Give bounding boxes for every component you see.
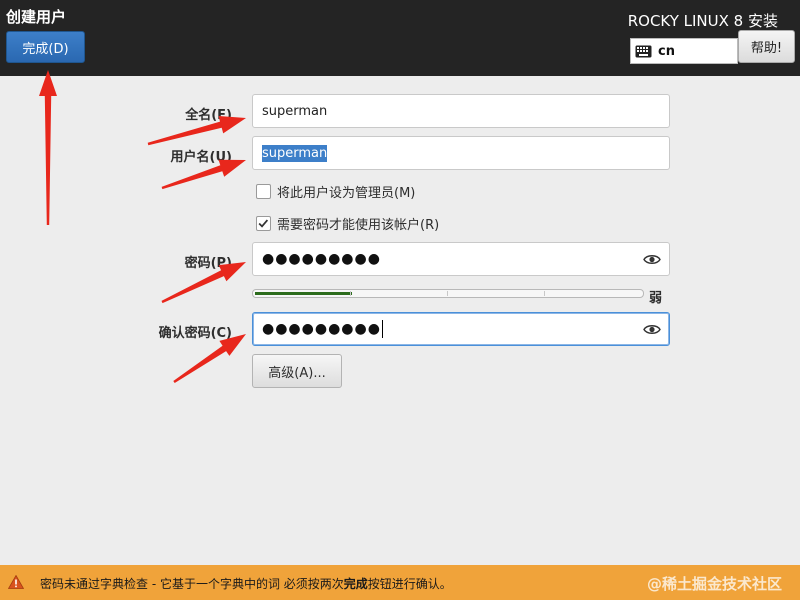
username-label: 用户名(U) [170, 150, 232, 165]
text-cursor [381, 320, 383, 338]
strength-segment [350, 291, 351, 296]
eye-icon[interactable] [643, 323, 661, 336]
annotation-arrow [173, 334, 246, 383]
admin-checkbox[interactable] [256, 184, 271, 199]
warning-bar: 密码未通过字典检查 - 它基于一个字典中的词 必须按两次完成按钮进行确认。 @稀… [0, 565, 800, 600]
username-input[interactable]: superman [252, 136, 670, 170]
warning-message-tail: 按钮进行确认。 [367, 577, 452, 591]
admin-checkbox-row[interactable]: 将此用户设为管理员(M) [256, 182, 415, 201]
watermark: @稀土掘金技术社区 [646, 575, 782, 593]
warning-message-text: 密码未通过字典检查 - 它基于一个字典中的词 必须按两次 [40, 577, 344, 591]
check-icon [258, 219, 269, 228]
keyboard-layout-label: cn [658, 43, 675, 59]
require-password-row[interactable]: 需要密码才能使用该帐户(R) [256, 214, 439, 233]
password-mask: ●●●●●●●●● [262, 251, 381, 267]
help-button[interactable]: 帮助! [738, 30, 795, 63]
keyboard-icon [635, 45, 652, 57]
require-password-label: 需要密码才能使用该帐户(R) [277, 218, 440, 233]
warning-message-bold[interactable]: 完成 [344, 577, 368, 591]
password-input[interactable]: ●●●●●●●●● [252, 242, 670, 276]
confirm-password-label: 确认密码(C) [158, 326, 232, 341]
warning-message: 密码未通过字典检查 - 它基于一个字典中的词 必须按两次完成按钮进行确认。 [40, 575, 452, 592]
confirm-password-mask: ●●●●●●●●● [262, 321, 381, 337]
strength-segment [544, 291, 545, 296]
eye-icon[interactable] [643, 253, 661, 266]
admin-checkbox-label: 将此用户设为管理员(M) [277, 186, 416, 201]
header-bar: 创建用户 完成(D) ROCKY LINUX 8 安装 cn 帮助! [0, 0, 800, 76]
advanced-button[interactable]: 高级(A)... [252, 354, 342, 388]
require-password-checkbox[interactable] [256, 216, 271, 231]
page-title: 创建用户 [6, 8, 67, 26]
strength-segment [447, 291, 448, 296]
username-value: superman [262, 144, 328, 162]
annotation-arrows [39, 70, 246, 383]
password-label: 密码(P) [184, 256, 232, 271]
install-title: ROCKY LINUX 8 安装 [627, 12, 778, 30]
fullname-input[interactable]: superman [252, 94, 670, 128]
done-button[interactable]: 完成(D) [6, 31, 85, 63]
warning-icon [8, 575, 24, 589]
confirm-password-input[interactable]: ●●●●●●●●● [252, 312, 670, 346]
annotation-arrow [39, 70, 57, 225]
keyboard-layout-indicator[interactable]: cn [630, 38, 738, 64]
password-strength-fill [255, 292, 352, 295]
fullname-value: superman [262, 103, 328, 119]
fullname-label: 全名(F) [185, 108, 232, 123]
password-strength-bar [252, 289, 644, 298]
password-strength-label: 弱 [649, 291, 663, 306]
